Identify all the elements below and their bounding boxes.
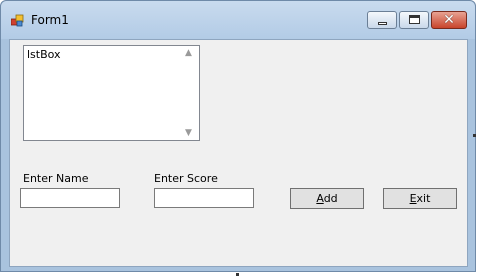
enter-name-label: Enter Name (23, 172, 89, 185)
resize-handle-bottom[interactable] (236, 273, 239, 276)
window-title: Form1 (31, 13, 69, 27)
score-input[interactable] (154, 188, 254, 208)
close-icon: ✕ (443, 12, 455, 28)
exit-button-mnemonic: E (409, 192, 417, 205)
minimize-icon (378, 22, 387, 25)
add-button[interactable]: Add (290, 188, 364, 209)
scroll-down-icon[interactable]: ▼ (185, 128, 192, 138)
add-button-label: dd (323, 192, 338, 205)
listbox-scrollbar[interactable]: ▲ ▼ (182, 46, 199, 140)
name-input[interactable] (20, 188, 120, 208)
title-bar[interactable]: Form1 ✕ (1, 1, 475, 39)
close-button[interactable]: ✕ (431, 11, 467, 29)
exit-button-label: xit (416, 192, 431, 205)
add-button-mnemonic: A (316, 192, 324, 205)
minimize-button[interactable] (367, 11, 397, 29)
maximize-button[interactable] (399, 11, 429, 29)
form1-window: Form1 ✕ lstBox ▲ ▼ Enter Name Enter Scor… (0, 0, 476, 272)
resize-handle-right[interactable] (473, 134, 476, 137)
exit-button[interactable]: Exit (383, 188, 457, 209)
app-icon[interactable] (11, 14, 24, 27)
lstbox-listbox[interactable]: lstBox ▲ ▼ (23, 45, 200, 141)
list-item[interactable]: lstBox (27, 48, 61, 61)
form-client-area: lstBox ▲ ▼ Enter Name Enter Score Add Ex… (9, 39, 468, 267)
enter-score-label: Enter Score (154, 172, 218, 185)
scroll-up-icon[interactable]: ▲ (185, 48, 192, 58)
maximize-icon (409, 15, 420, 24)
